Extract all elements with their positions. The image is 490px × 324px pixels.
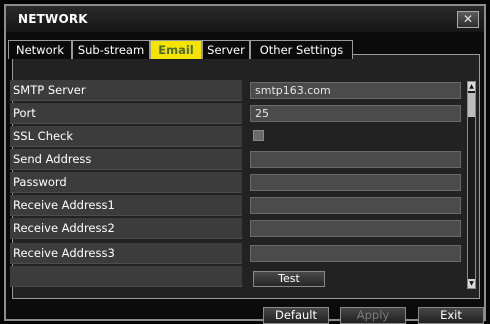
send-address-input[interactable] — [250, 151, 461, 168]
port-label: Port — [10, 103, 242, 124]
receive-address1-label: Receive Address1 — [10, 195, 242, 216]
title-bar: NETWORK ✕ — [6, 6, 484, 32]
test-button[interactable]: Test — [253, 271, 325, 287]
scroll-thumb[interactable] — [468, 93, 475, 117]
password-label: Password — [10, 172, 242, 193]
password-input[interactable] — [250, 174, 461, 191]
scroll-down-button[interactable]: ▼ — [468, 279, 475, 288]
receive-address3-label: Receive Address3 — [10, 243, 242, 264]
smtp-server-input[interactable]: smtp163.com — [250, 82, 461, 99]
close-icon: ✕ — [462, 12, 474, 26]
default-button[interactable]: Default — [263, 307, 329, 324]
receive-address3-input[interactable] — [250, 245, 461, 262]
scrollbar[interactable]: ▲ ▼ — [467, 81, 476, 289]
receive-address3-row: Receive Address3 — [10, 243, 461, 265]
smtp-server-label: SMTP Server — [10, 80, 242, 101]
send-address-row: Send Address — [10, 149, 461, 171]
ssl-check-label: SSL Check — [10, 126, 242, 147]
tab-server[interactable]: Server — [202, 40, 250, 59]
test-row — [10, 266, 456, 288]
receive-address2-row: Receive Address2 — [10, 218, 461, 240]
arrow-up-icon: ▲ — [469, 83, 474, 90]
scroll-up-button[interactable]: ▲ — [468, 82, 475, 91]
tab-network[interactable]: Network — [8, 40, 72, 59]
tab-email[interactable]: Email — [150, 40, 202, 59]
dialog-title: NETWORK — [18, 12, 88, 26]
test-row-label — [10, 266, 242, 287]
password-row: Password — [10, 172, 461, 194]
receive-address1-row: Receive Address1 — [10, 195, 461, 217]
send-address-label: Send Address — [10, 149, 242, 170]
close-button[interactable]: ✕ — [457, 11, 479, 28]
apply-button[interactable]: Apply — [340, 307, 406, 324]
ssl-check-checkbox[interactable] — [253, 130, 264, 141]
receive-address2-label: Receive Address2 — [10, 218, 242, 239]
smtp-server-row: SMTP Server smtp163.com — [10, 80, 461, 102]
exit-button[interactable]: Exit — [418, 307, 484, 324]
receive-address2-input[interactable] — [250, 220, 461, 237]
port-input[interactable]: 25 — [250, 105, 461, 122]
port-row: Port 25 — [10, 103, 461, 125]
receive-address1-input[interactable] — [250, 197, 461, 214]
tab-other-settings[interactable]: Other Settings — [250, 40, 353, 59]
ssl-check-row: SSL Check — [10, 126, 456, 148]
arrow-down-icon: ▼ — [469, 280, 474, 287]
tab-sub-stream[interactable]: Sub-stream — [72, 40, 150, 59]
